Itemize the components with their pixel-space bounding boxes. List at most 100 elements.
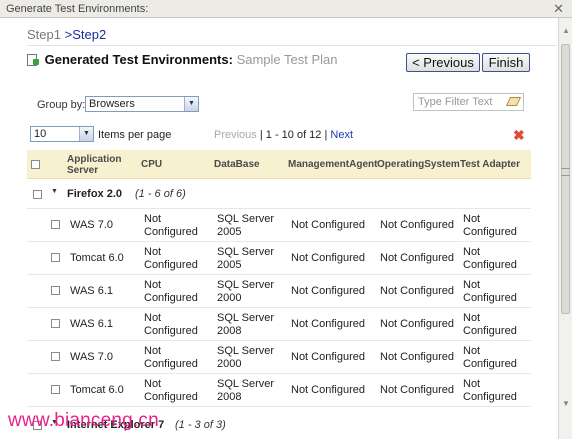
wizard-steps: Step1 >Step2 bbox=[27, 27, 106, 42]
cell-os: Not Configured bbox=[380, 219, 454, 231]
row-checkbox[interactable] bbox=[51, 286, 60, 295]
group-count: (1 - 6 of 6) bbox=[135, 188, 186, 200]
row-checkbox[interactable] bbox=[51, 253, 60, 262]
delete-icon[interactable]: ✖ bbox=[513, 127, 525, 144]
cell-cpu: Not Configured bbox=[144, 245, 198, 271]
table-row[interactable]: WAS 7.0 Not Configured SQL Server 2005 N… bbox=[27, 209, 531, 242]
cell-app-server: WAS 7.0 bbox=[70, 219, 113, 231]
page-heading: Generated Test Environments: Sample Test… bbox=[27, 52, 338, 67]
scrollbar-grip bbox=[561, 168, 570, 176]
column-header[interactable]: Test Adapter bbox=[460, 150, 520, 179]
cell-agent: Not Configured bbox=[291, 285, 365, 297]
cell-app-server: Tomcat 6.0 bbox=[70, 252, 124, 264]
step2-current: Step2 bbox=[72, 27, 107, 42]
window-titlebar: Generate Test Environments: ✕ bbox=[0, 0, 572, 18]
cell-app-server: WAS 6.1 bbox=[70, 318, 113, 330]
table-row[interactable]: WAS 7.0 Not Configured SQL Server 2000 N… bbox=[27, 341, 531, 374]
previous-button[interactable]: < Previous bbox=[406, 53, 480, 72]
environments-table: Application Server CPU DataBase Manageme… bbox=[27, 150, 531, 407]
cell-agent: Not Configured bbox=[291, 252, 365, 264]
finish-button[interactable]: Finish bbox=[482, 53, 530, 72]
test-plan-name: Sample Test Plan bbox=[236, 52, 338, 67]
group-checkbox[interactable] bbox=[33, 190, 42, 199]
groupby-value: Browsers bbox=[89, 98, 135, 110]
cell-os: Not Configured bbox=[380, 318, 454, 330]
cell-cpu: Not Configured bbox=[144, 344, 198, 370]
cell-os: Not Configured bbox=[380, 252, 454, 264]
document-icon bbox=[27, 54, 39, 66]
page-title: Generated Test Environments: bbox=[44, 52, 233, 67]
pager-next[interactable]: Next bbox=[330, 129, 353, 141]
cell-adapter: Not Configured bbox=[463, 278, 517, 304]
cell-adapter: Not Configured bbox=[463, 344, 517, 370]
filter-input[interactable]: Type Filter Text bbox=[413, 93, 524, 111]
pager: Previous | 1 - 10 of 12 | Next bbox=[214, 129, 353, 141]
cell-database: SQL Server 2005 bbox=[217, 212, 275, 238]
cell-cpu: Not Configured bbox=[144, 212, 198, 238]
cell-os: Not Configured bbox=[380, 384, 454, 396]
scrollbar-thumb[interactable] bbox=[561, 44, 570, 314]
column-header[interactable]: DataBase bbox=[214, 150, 260, 179]
window-title: Generate Test Environments: bbox=[6, 3, 149, 15]
cell-database: SQL Server 2008 bbox=[217, 377, 275, 403]
close-icon[interactable]: ✕ bbox=[553, 1, 564, 17]
cell-app-server: Tomcat 6.0 bbox=[70, 384, 124, 396]
pager-previous: Previous bbox=[214, 129, 257, 141]
pager-range: | 1 - 10 of 12 | bbox=[256, 129, 331, 141]
column-header[interactable]: ManagementAgent bbox=[288, 150, 377, 179]
eraser-icon[interactable] bbox=[505, 97, 522, 106]
cell-os: Not Configured bbox=[380, 351, 454, 363]
scroll-down-icon[interactable]: ▼ bbox=[561, 399, 571, 409]
cell-database: SQL Server 2000 bbox=[217, 278, 275, 304]
table-header: Application Server CPU DataBase Manageme… bbox=[27, 150, 531, 179]
cell-os: Not Configured bbox=[380, 285, 454, 297]
step1-link[interactable]: Step1 bbox=[27, 27, 61, 42]
scroll-up-icon[interactable]: ▲ bbox=[561, 26, 571, 36]
chevron-down-icon[interactable]: ▼ bbox=[184, 97, 198, 111]
cell-adapter: Not Configured bbox=[463, 212, 517, 238]
group-row[interactable]: ▼ Firefox 2.0 (1 - 6 of 6) bbox=[27, 179, 531, 209]
chevron-down-icon[interactable]: ▼ bbox=[79, 127, 93, 141]
row-checkbox[interactable] bbox=[51, 220, 60, 229]
cell-database: SQL Server 2008 bbox=[217, 311, 275, 337]
cell-app-server: WAS 7.0 bbox=[70, 351, 113, 363]
table-row[interactable]: Tomcat 6.0 Not Configured SQL Server 200… bbox=[27, 374, 531, 407]
table-row[interactable]: WAS 6.1 Not Configured SQL Server 2000 N… bbox=[27, 275, 531, 308]
cell-cpu: Not Configured bbox=[144, 377, 198, 403]
cell-agent: Not Configured bbox=[291, 351, 365, 363]
row-checkbox[interactable] bbox=[51, 319, 60, 328]
divider bbox=[27, 45, 557, 46]
select-all-cell bbox=[31, 150, 40, 179]
cell-app-server: WAS 6.1 bbox=[70, 285, 113, 297]
vertical-scrollbar[interactable]: ▲ ▼ bbox=[558, 18, 572, 439]
items-per-page-select[interactable]: 10 ▼ bbox=[30, 126, 94, 142]
cell-agent: Not Configured bbox=[291, 318, 365, 330]
watermark: www.bianceng.cn bbox=[8, 410, 159, 431]
row-checkbox[interactable] bbox=[51, 352, 60, 361]
cell-adapter: Not Configured bbox=[463, 311, 517, 337]
table-row[interactable]: WAS 6.1 Not Configured SQL Server 2008 N… bbox=[27, 308, 531, 341]
group-name: Firefox 2.0 bbox=[67, 188, 123, 200]
row-checkbox[interactable] bbox=[51, 385, 60, 394]
cell-cpu: Not Configured bbox=[144, 278, 198, 304]
select-all-checkbox[interactable] bbox=[31, 160, 40, 169]
cell-agent: Not Configured bbox=[291, 219, 365, 231]
table-row[interactable]: Tomcat 6.0 Not Configured SQL Server 200… bbox=[27, 242, 531, 275]
cell-agent: Not Configured bbox=[291, 384, 365, 396]
groupby-select[interactable]: Browsers ▼ bbox=[85, 96, 199, 112]
cell-database: SQL Server 2000 bbox=[217, 344, 275, 370]
cell-adapter: Not Configured bbox=[463, 377, 517, 403]
group-count: (1 - 3 of 3) bbox=[175, 419, 226, 431]
items-per-page-value: 10 bbox=[34, 128, 47, 140]
column-header[interactable]: CPU bbox=[141, 150, 162, 179]
collapse-triangle-icon[interactable]: ▼ bbox=[51, 188, 58, 195]
groupby-label: Group by: bbox=[37, 99, 86, 111]
cell-database: SQL Server 2005 bbox=[217, 245, 275, 271]
cell-adapter: Not Configured bbox=[463, 245, 517, 271]
filter-placeholder: Type Filter Text bbox=[418, 96, 493, 108]
step-separator: > bbox=[60, 27, 73, 42]
column-header[interactable]: OperatingSystem bbox=[377, 150, 460, 179]
cell-cpu: Not Configured bbox=[144, 311, 198, 337]
items-per-page-label: Items per page bbox=[98, 129, 172, 141]
column-header[interactable]: Application Server bbox=[67, 150, 129, 179]
